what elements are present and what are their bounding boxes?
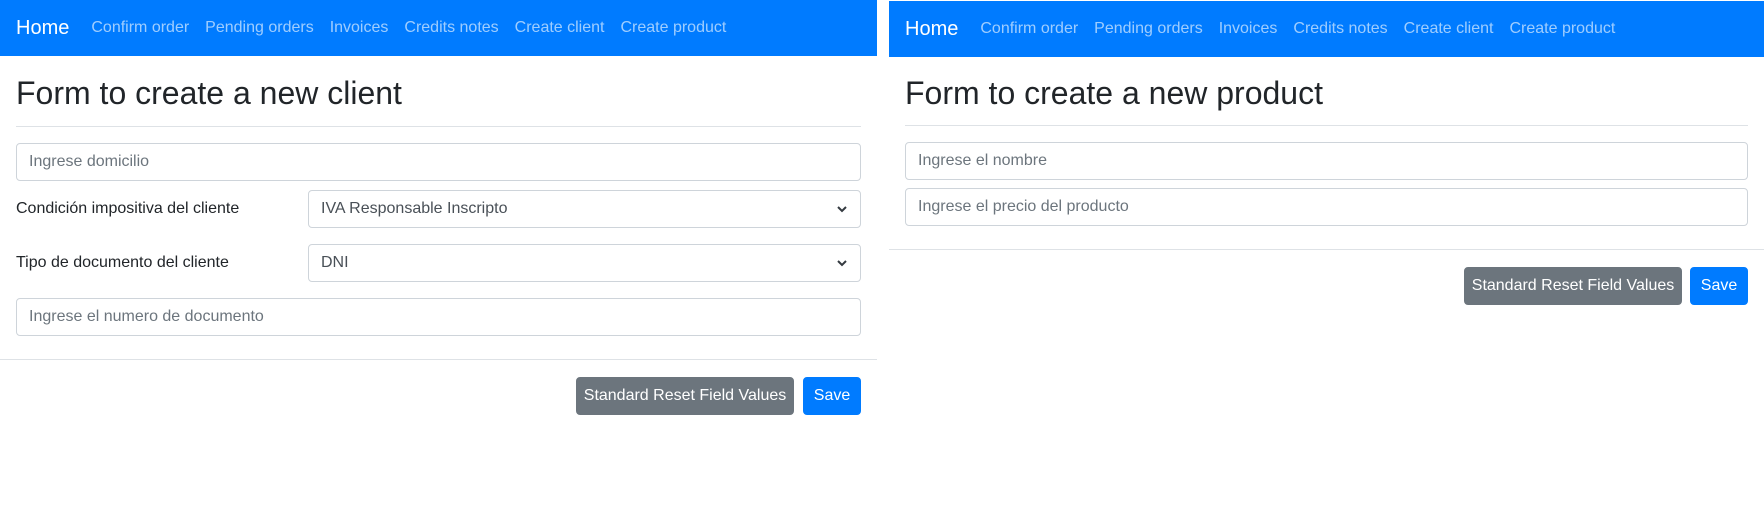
nav-link-invoices[interactable]: Invoices bbox=[1219, 20, 1278, 38]
nav-link-create-product[interactable]: Create product bbox=[620, 19, 726, 37]
page-title: Form to create a new client bbox=[16, 75, 402, 111]
product-price-input[interactable] bbox=[905, 188, 1748, 226]
document-type-selected: DNI bbox=[321, 254, 349, 271]
nav-link-invoices[interactable]: Invoices bbox=[330, 19, 389, 37]
nav-link-confirm-order[interactable]: Confirm order bbox=[980, 20, 1078, 38]
navbar: Home Confirm order Pending orders Invoic… bbox=[889, 1, 1764, 57]
nav-link-pending-orders[interactable]: Pending orders bbox=[205, 19, 314, 37]
nav-link-create-client[interactable]: Create client bbox=[515, 19, 605, 37]
document-type-select[interactable]: DNI bbox=[308, 244, 861, 282]
product-name-input[interactable] bbox=[905, 142, 1748, 180]
save-button[interactable]: Save bbox=[1690, 267, 1748, 305]
document-type-label: Tipo de documento del cliente bbox=[16, 254, 229, 271]
nav-link-credits-notes[interactable]: Credits notes bbox=[404, 19, 498, 37]
nav-home-link[interactable]: Home bbox=[16, 17, 69, 40]
chevron-down-icon bbox=[837, 260, 847, 267]
title-divider bbox=[905, 125, 1748, 126]
nav-home-link[interactable]: Home bbox=[905, 18, 958, 41]
navbar: Home Confirm order Pending orders Invoic… bbox=[0, 0, 877, 56]
tax-condition-label: Condición impositiva del cliente bbox=[16, 200, 240, 217]
footer-divider bbox=[889, 249, 1764, 250]
product-form-window: Home Confirm order Pending orders Invoic… bbox=[889, 1, 1764, 518]
page-title: Form to create a new product bbox=[905, 75, 1323, 111]
save-button[interactable]: Save bbox=[803, 377, 861, 415]
nav-link-confirm-order[interactable]: Confirm order bbox=[91, 19, 189, 37]
nav-link-credits-notes[interactable]: Credits notes bbox=[1293, 20, 1387, 38]
chevron-down-icon bbox=[837, 206, 847, 213]
nav-link-create-client[interactable]: Create client bbox=[1404, 20, 1494, 38]
reset-button[interactable]: Standard Reset Field Values bbox=[576, 377, 794, 415]
footer-divider bbox=[0, 359, 877, 360]
nav-link-pending-orders[interactable]: Pending orders bbox=[1094, 20, 1203, 38]
reset-button[interactable]: Standard Reset Field Values bbox=[1464, 267, 1682, 305]
client-form-window: Home Confirm order Pending orders Invoic… bbox=[0, 0, 877, 517]
tax-condition-selected: IVA Responsable Inscripto bbox=[321, 200, 508, 217]
title-divider bbox=[16, 126, 861, 127]
address-input[interactable] bbox=[16, 143, 861, 181]
document-number-input[interactable] bbox=[16, 298, 861, 336]
nav-link-create-product[interactable]: Create product bbox=[1509, 20, 1615, 38]
tax-condition-select[interactable]: IVA Responsable Inscripto bbox=[308, 190, 861, 228]
